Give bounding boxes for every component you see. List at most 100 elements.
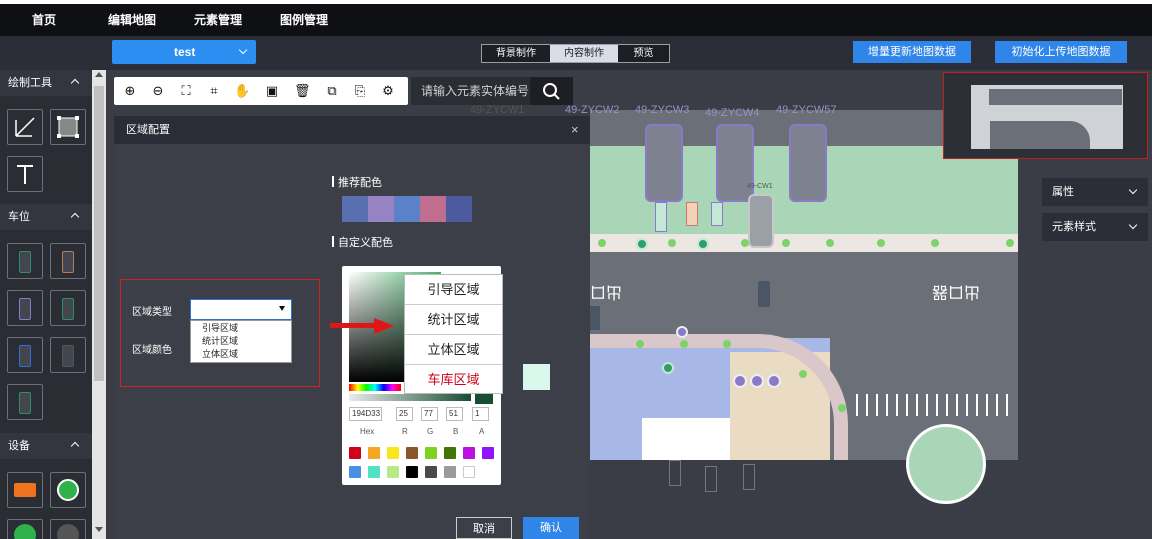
preset-color-swatch[interactable] bbox=[444, 447, 456, 459]
parking-slot-tool[interactable] bbox=[7, 243, 43, 279]
parking-slot[interactable] bbox=[716, 124, 754, 202]
b-input[interactable]: 51 bbox=[446, 407, 463, 421]
parking-slot-tool[interactable] bbox=[7, 384, 43, 420]
text-tool-icon[interactable] bbox=[7, 156, 43, 192]
color-preview bbox=[475, 394, 493, 404]
paste-icon[interactable]: ⎘ bbox=[352, 83, 368, 99]
dropdown-item-garage[interactable]: 车库区域 bbox=[405, 365, 502, 395]
b-label: B bbox=[453, 427, 459, 436]
preset-color-swatch[interactable] bbox=[368, 466, 380, 478]
preset-color-swatch[interactable] bbox=[349, 466, 361, 478]
lot-label: 49-ZYCW3 bbox=[635, 104, 690, 116]
pan-hand-icon[interactable]: ✋ bbox=[234, 83, 250, 99]
search-button[interactable] bbox=[530, 77, 573, 105]
parking-slot-icon bbox=[62, 345, 74, 367]
element-style-panel[interactable]: 元素样式 bbox=[1042, 213, 1148, 241]
type-option[interactable]: 统计区域 bbox=[202, 335, 238, 347]
parking-slot[interactable] bbox=[645, 124, 683, 202]
parking-slot-icon bbox=[62, 251, 74, 273]
recommend-swatch[interactable] bbox=[394, 196, 420, 222]
dropdown-item-stats[interactable]: 统计区域 bbox=[405, 305, 502, 335]
a-input[interactable]: 1 bbox=[472, 407, 489, 421]
preset-color-swatch[interactable] bbox=[406, 447, 418, 459]
parking-slot-tool[interactable] bbox=[50, 290, 86, 326]
incremental-update-button[interactable]: 增量更新地图数据 bbox=[853, 41, 971, 63]
device-tool[interactable] bbox=[7, 472, 43, 508]
preset-color-swatch[interactable] bbox=[406, 466, 418, 478]
settings-icon[interactable]: ⚙ bbox=[380, 83, 396, 99]
preset-color-swatch[interactable] bbox=[349, 447, 361, 459]
device-tool[interactable] bbox=[50, 472, 86, 508]
mode-preview[interactable]: 预览 bbox=[618, 45, 669, 62]
chevron-down-icon bbox=[1128, 220, 1138, 230]
nav-element-manage[interactable]: 元素管理 bbox=[194, 4, 242, 36]
area-type-select[interactable] bbox=[190, 299, 292, 320]
g-input[interactable]: 77 bbox=[421, 407, 438, 421]
parking-slot-tool[interactable] bbox=[50, 243, 86, 279]
chevron-up-icon bbox=[70, 441, 80, 451]
device-tool[interactable] bbox=[50, 519, 86, 539]
hue-slider[interactable] bbox=[349, 384, 401, 391]
section-title: 车位 bbox=[8, 211, 30, 223]
line-tool-icon[interactable] bbox=[7, 109, 43, 145]
scroll-down-icon[interactable] bbox=[95, 527, 103, 532]
preset-color-swatch[interactable] bbox=[425, 466, 437, 478]
preset-color-swatch[interactable] bbox=[387, 466, 399, 478]
confirm-button[interactable]: 确认 bbox=[523, 517, 579, 539]
copy-icon[interactable]: ⧉ bbox=[324, 83, 340, 99]
recommend-swatch[interactable] bbox=[342, 196, 368, 222]
parking-slot-tool[interactable] bbox=[7, 290, 43, 326]
dropdown-item-3d[interactable]: 立体区域 bbox=[405, 335, 502, 365]
cancel-button[interactable]: 取消 bbox=[456, 517, 512, 539]
road-curb-top bbox=[590, 234, 1018, 252]
fullscreen-icon[interactable]: ⌗ bbox=[206, 83, 222, 99]
r-input[interactable]: 25 bbox=[396, 407, 413, 421]
mode-background[interactable]: 背景制作 bbox=[482, 45, 550, 62]
preset-color-swatch[interactable] bbox=[387, 447, 399, 459]
parking-slot[interactable] bbox=[789, 124, 827, 202]
scroll-up-icon[interactable] bbox=[95, 72, 103, 77]
parking-slot-tool[interactable] bbox=[50, 337, 86, 373]
device-slot bbox=[743, 464, 755, 490]
close-icon[interactable]: × bbox=[571, 118, 579, 142]
save-icon[interactable]: ▣ bbox=[264, 83, 280, 99]
dropdown-item-guide[interactable]: 引导区域 bbox=[405, 275, 502, 305]
area-type-options: 引导区域 统计区域 立体区域 bbox=[190, 320, 292, 363]
zoom-in-icon[interactable]: ⊕ bbox=[122, 83, 138, 99]
preset-color-swatch[interactable] bbox=[368, 447, 380, 459]
minimap[interactable] bbox=[943, 72, 1148, 159]
properties-panel[interactable]: 属性 bbox=[1042, 178, 1148, 206]
nav-legend-manage[interactable]: 图例管理 bbox=[280, 4, 328, 36]
fit-screen-icon[interactable]: ⛶ bbox=[178, 83, 194, 99]
recommend-swatch[interactable] bbox=[420, 196, 446, 222]
preset-color-swatch[interactable] bbox=[463, 466, 475, 478]
hex-input[interactable]: 194D33 bbox=[349, 407, 382, 421]
preset-color-swatch[interactable] bbox=[463, 447, 475, 459]
polygon-tool-icon[interactable] bbox=[50, 109, 86, 145]
nav-edit-map[interactable]: 编辑地图 bbox=[108, 4, 156, 36]
zoom-out-icon[interactable]: ⊖ bbox=[150, 83, 166, 99]
recommend-swatch[interactable] bbox=[446, 196, 472, 222]
delete-icon[interactable]: 🗑 bbox=[294, 83, 311, 99]
parking-slot-tool[interactable] bbox=[7, 337, 43, 373]
lot-label: 49-ZYCW4 bbox=[705, 107, 760, 119]
preset-color-swatch[interactable] bbox=[444, 466, 456, 478]
parking-slot-cw1[interactable] bbox=[748, 194, 774, 248]
marker-dot bbox=[636, 340, 644, 348]
section-draw-tools[interactable]: 绘制工具 bbox=[0, 70, 92, 96]
device-tool[interactable] bbox=[7, 519, 43, 539]
mode-content[interactable]: 内容制作 bbox=[550, 45, 618, 62]
type-option[interactable]: 立体区域 bbox=[202, 348, 238, 360]
red-arrow-icon bbox=[330, 318, 394, 334]
recommend-swatch[interactable] bbox=[368, 196, 394, 222]
preset-color-swatch[interactable] bbox=[425, 447, 437, 459]
project-select[interactable]: test bbox=[112, 40, 256, 64]
section-parking[interactable]: 车位 bbox=[0, 204, 92, 230]
alpha-slider[interactable] bbox=[349, 394, 471, 401]
init-upload-button[interactable]: 初始化上传地图数据 bbox=[995, 41, 1127, 63]
nav-home[interactable]: 首页 bbox=[32, 4, 56, 36]
scrollbar-thumb[interactable] bbox=[94, 86, 104, 381]
preset-color-swatch[interactable] bbox=[482, 447, 494, 459]
section-devices[interactable]: 设备 bbox=[0, 433, 92, 459]
type-option[interactable]: 引导区域 bbox=[202, 322, 238, 334]
